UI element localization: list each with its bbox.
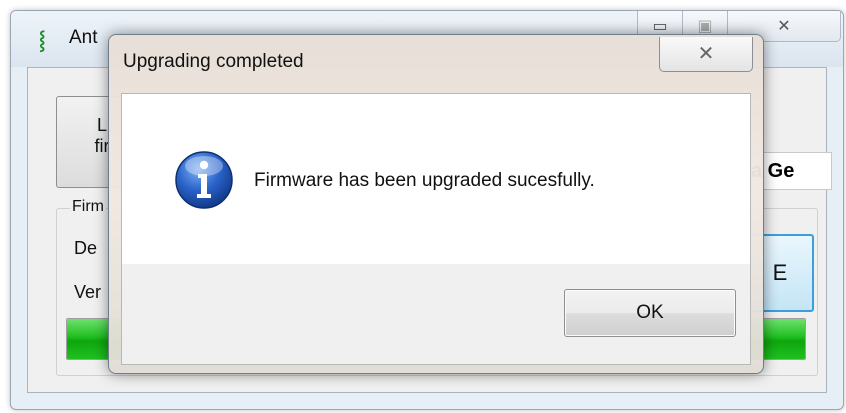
dialog-close-button[interactable]: ✕ <box>659 37 753 72</box>
background-window-title: Ant <box>69 27 98 48</box>
minimize-icon: ▭ <box>652 16 668 35</box>
firmware-group-label: Firm <box>70 198 106 216</box>
dialog-body: Firmware has been upgraded sucesfully. O… <box>121 93 751 365</box>
close-icon: ✕ <box>777 16 791 35</box>
close-icon: ✕ <box>697 41 715 65</box>
dialog-message: Firmware has been upgraded sucesfully. <box>254 170 595 191</box>
version-row-label: Ver <box>74 282 102 302</box>
info-icon <box>175 151 233 209</box>
antenna-icon: ⸾ <box>39 30 46 51</box>
device-row-label: De <box>74 238 98 258</box>
maximize-icon: ▣ <box>697 16 713 35</box>
ok-button[interactable]: OK <box>564 289 736 337</box>
upgrade-completed-dialog: Upgrading completed ✕ Firmware has been … <box>108 34 764 374</box>
dialog-content: Firmware has been upgraded sucesfully. <box>122 94 750 264</box>
dialog-title: Upgrading completed <box>123 51 304 72</box>
